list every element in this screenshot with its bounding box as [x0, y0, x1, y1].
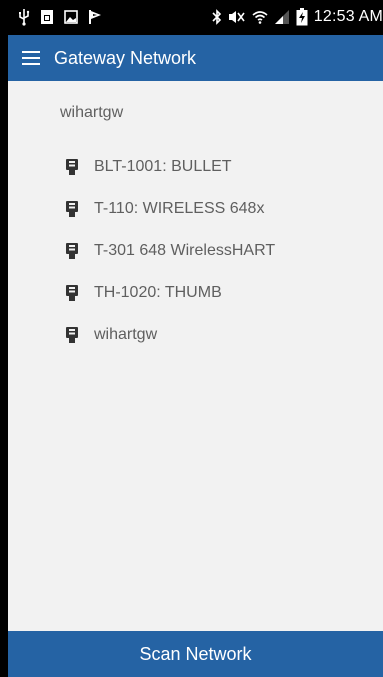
status-time: 12:53 AM — [313, 8, 383, 25]
device-item[interactable]: wihartgw — [65, 314, 365, 356]
device-label: BLT-1001: BULLET — [94, 158, 232, 175]
usb-icon — [18, 8, 30, 26]
device-item[interactable]: T-110: WIRELESS 648x — [65, 188, 365, 230]
status-left-icons — [18, 8, 102, 26]
device-icon — [65, 326, 79, 344]
device-icon — [65, 200, 79, 218]
device-frame-edge — [0, 0, 8, 677]
hamburger-menu-icon[interactable] — [10, 35, 52, 81]
status-right-icons: 12:53 AM — [212, 8, 383, 26]
battery-charging-icon — [296, 8, 308, 26]
sim-card-icon — [40, 8, 54, 26]
app-title: Gateway Network — [54, 47, 197, 68]
flag-icon — [88, 8, 102, 26]
app-bar: Gateway Network — [8, 35, 383, 81]
network-content: wihartgw BLT-1001: BULLET T-110: WIRELES… — [8, 81, 383, 631]
scan-network-button[interactable]: Scan Network — [8, 631, 383, 677]
status-bar: 12:53 AM — [8, 0, 383, 35]
device-label: T-301 648 WirelessHART — [94, 242, 276, 259]
device-label: TH-1020: THUMB — [94, 284, 222, 301]
device-icon — [65, 242, 79, 260]
signal-icon — [274, 8, 290, 26]
network-name-header: wihartgw — [60, 104, 124, 121]
bluetooth-icon — [212, 8, 222, 26]
device-item[interactable]: BLT-1001: BULLET — [65, 146, 365, 188]
device-icon — [65, 158, 79, 176]
wifi-icon — [252, 8, 268, 26]
app-screen: 12:53 AM Gateway Network wihartgw BLT-10… — [8, 0, 383, 677]
device-item[interactable]: TH-1020: THUMB — [65, 272, 365, 314]
mute-icon — [228, 8, 246, 26]
device-label: T-110: WIRELESS 648x — [94, 200, 265, 217]
device-icon — [65, 284, 79, 302]
device-item[interactable]: T-301 648 WirelessHART — [65, 230, 365, 272]
device-list: BLT-1001: BULLET T-110: WIRELESS 648x T-… — [65, 146, 365, 356]
image-icon — [64, 8, 78, 26]
device-label: wihartgw — [94, 326, 158, 343]
